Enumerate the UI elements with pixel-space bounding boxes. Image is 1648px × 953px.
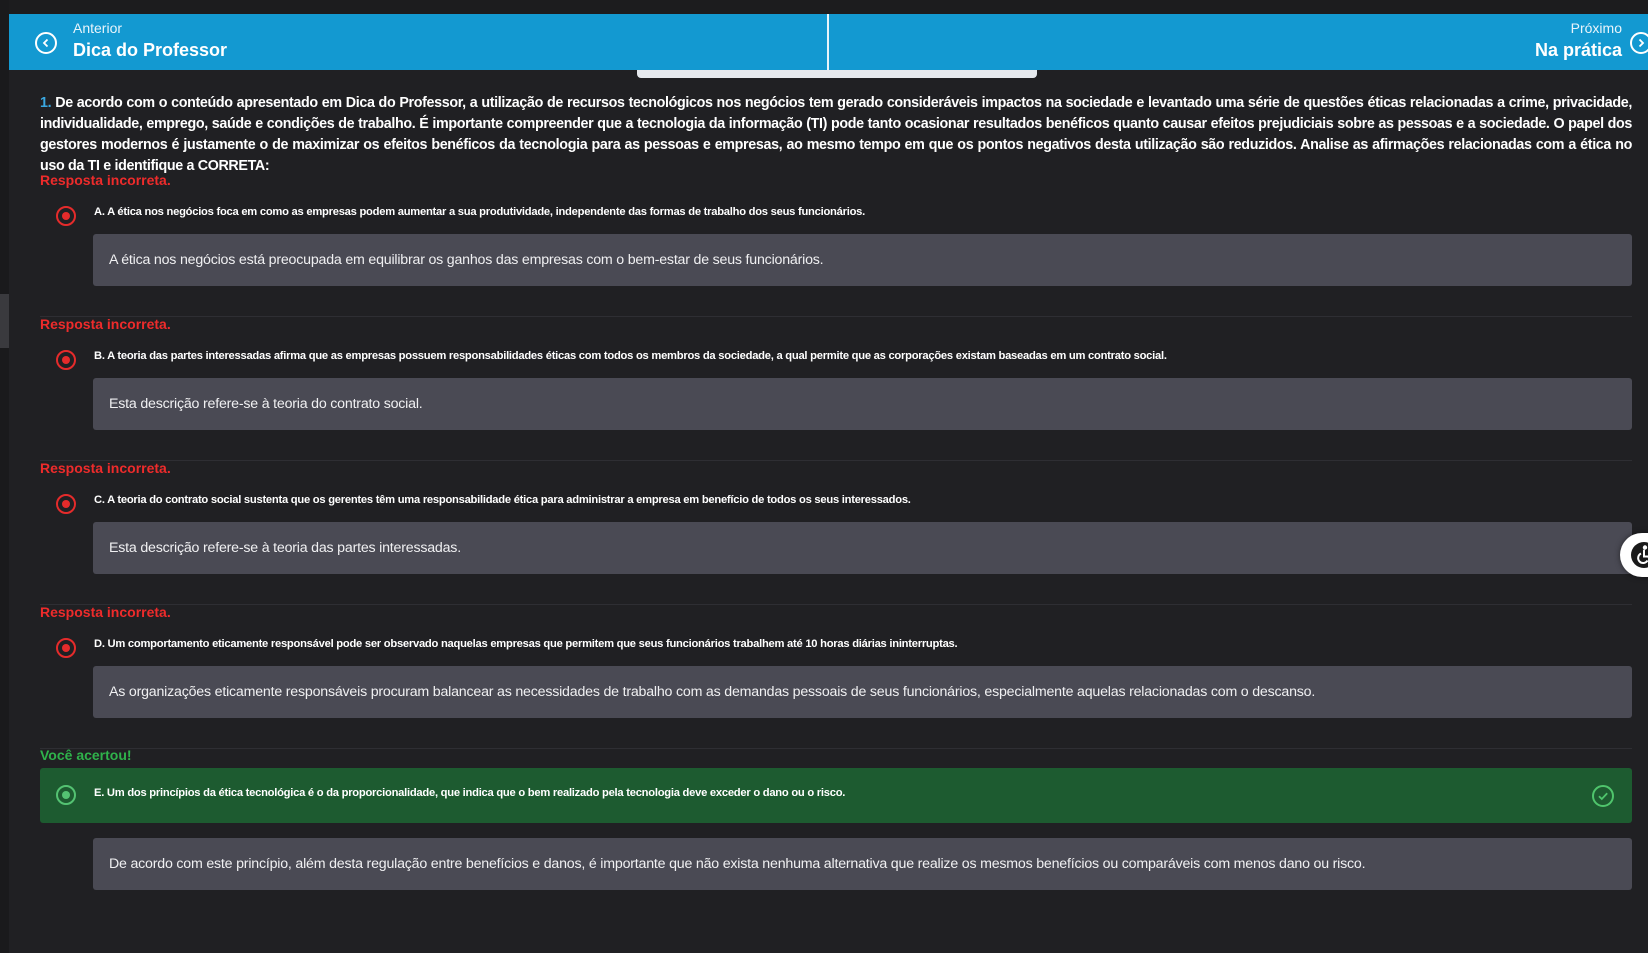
- option-text: D. Um comportamento eticamente responsáv…: [94, 638, 958, 650]
- lesson-navigation: Anterior Dica do Professor Próximo Na pr…: [9, 14, 1648, 70]
- option-text: A. A ética nos negócios foca em como as …: [94, 206, 865, 218]
- check-circle-icon: [1592, 785, 1614, 807]
- option-block-c: Resposta incorreta. C. A teoria do contr…: [40, 460, 1632, 574]
- radio-selected-icon[interactable]: [56, 785, 76, 805]
- status-incorrect: Resposta incorreta.: [40, 172, 171, 188]
- top-strip: [0, 0, 1648, 14]
- feedback-box: Esta descrição refere-se à teoria do con…: [93, 378, 1632, 430]
- feedback-box: A ética nos negócios está preocupada em …: [93, 234, 1632, 286]
- radio-selected-icon[interactable]: [56, 206, 76, 226]
- option-c[interactable]: C. A teoria do contrato social sustenta …: [40, 486, 1632, 520]
- question-number: 1.: [40, 95, 52, 111]
- option-block-e: Você acertou! E. Um dos princípios da ét…: [40, 747, 1632, 890]
- left-scroll-marker[interactable]: [0, 294, 9, 348]
- feedback-box: Esta descrição refere-se à teoria das pa…: [93, 522, 1632, 574]
- previous-title: Dica do Professor: [73, 40, 228, 60]
- chevron-left-icon: [35, 32, 57, 54]
- question-text: De acordo com o conteúdo apresentado em …: [40, 95, 1632, 174]
- option-a[interactable]: A. A ética nos negócios foca em como as …: [40, 198, 1632, 232]
- feedback-box: De acordo com este princípio, além desta…: [93, 838, 1632, 890]
- radio-selected-icon[interactable]: [56, 350, 76, 370]
- option-block-d: Resposta incorreta. D. Um comportamento …: [40, 604, 1632, 718]
- status-incorrect: Resposta incorreta.: [40, 604, 171, 620]
- option-block-b: Resposta incorreta. B. A teoria das part…: [40, 316, 1632, 430]
- option-e[interactable]: E. Um dos princípios da ética tecnológic…: [40, 768, 1632, 823]
- next-title: Na prática: [1534, 40, 1622, 60]
- chevron-right-icon: [1630, 32, 1648, 54]
- option-d[interactable]: D. Um comportamento eticamente responsáv…: [40, 630, 1632, 664]
- previous-label: Anterior: [73, 20, 123, 36]
- left-edge-bar: [0, 0, 9, 953]
- option-text: B. A teoria das partes interessadas afir…: [94, 350, 1167, 362]
- status-correct: Você acertou!: [40, 747, 132, 763]
- option-text: C. A teoria do contrato social sustenta …: [94, 494, 911, 506]
- feedback-box: As organizações eticamente responsáveis …: [93, 666, 1632, 718]
- next-label: Próximo: [1570, 20, 1622, 36]
- radio-selected-icon[interactable]: [56, 638, 76, 658]
- status-incorrect: Resposta incorreta.: [40, 460, 171, 476]
- option-block-a: Resposta incorreta. A. A ética nos negóc…: [40, 172, 1632, 286]
- progress-tab: [637, 70, 1037, 78]
- previous-button[interactable]: Anterior Dica do Professor: [9, 14, 829, 70]
- next-button[interactable]: Próximo Na prática: [829, 14, 1648, 70]
- accessibility-icon: [1631, 542, 1648, 568]
- question: 1. De acordo com o conteúdo apresentado e…: [40, 93, 1632, 177]
- option-text: E. Um dos princípios da ética tecnológic…: [94, 787, 846, 799]
- option-b[interactable]: B. A teoria das partes interessadas afir…: [40, 342, 1632, 376]
- radio-selected-icon[interactable]: [56, 494, 76, 514]
- status-incorrect: Resposta incorreta.: [40, 316, 171, 332]
